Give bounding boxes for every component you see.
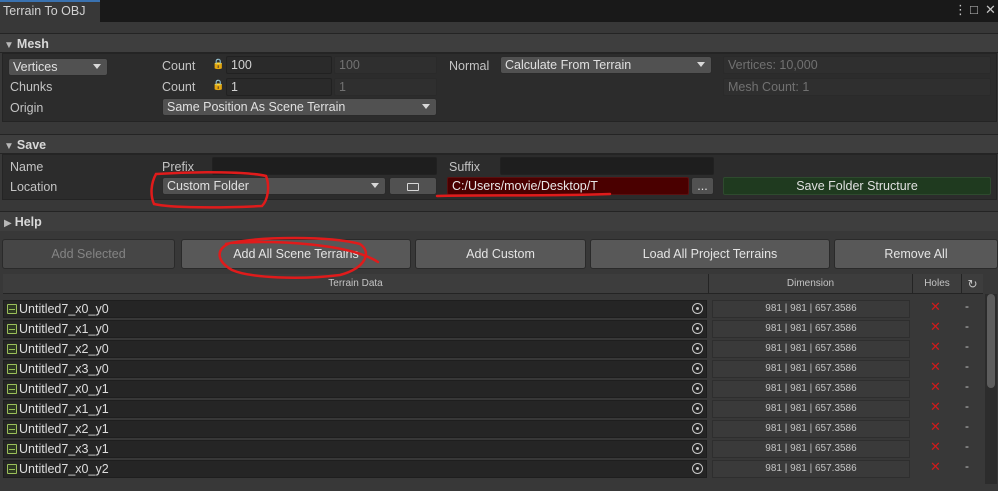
annotation-overlay bbox=[150, 171, 612, 279]
annotation-circle-location bbox=[150, 171, 270, 209]
annotation-circle-add-all bbox=[218, 236, 380, 279]
annotation-underline-path bbox=[435, 192, 612, 198]
